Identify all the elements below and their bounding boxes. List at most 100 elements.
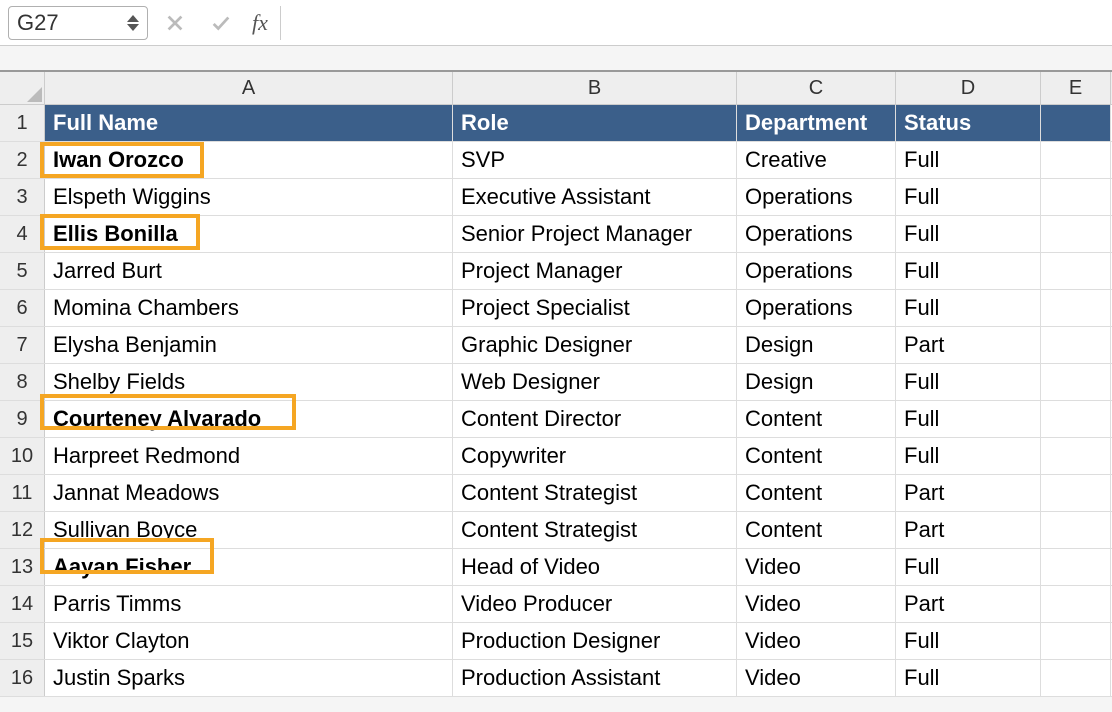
- cell[interactable]: [1041, 142, 1111, 178]
- cell[interactable]: Part: [896, 475, 1041, 511]
- stepper-up-icon[interactable]: [127, 15, 139, 22]
- cell[interactable]: Justin Sparks: [45, 660, 453, 696]
- row-header[interactable]: 11: [0, 475, 45, 511]
- cell[interactable]: Production Designer: [453, 623, 737, 659]
- cell[interactable]: Content: [737, 401, 896, 437]
- cell[interactable]: Jannat Meadows: [45, 475, 453, 511]
- cell[interactable]: Video: [737, 623, 896, 659]
- cell[interactable]: Content: [737, 438, 896, 474]
- cell[interactable]: Full: [896, 290, 1041, 326]
- cell[interactable]: Jarred Burt: [45, 253, 453, 289]
- cell[interactable]: [1041, 401, 1111, 437]
- cell[interactable]: Head of Video: [453, 549, 737, 585]
- formula-input[interactable]: [280, 6, 1104, 40]
- cell[interactable]: Role: [453, 105, 737, 141]
- cell[interactable]: Ellis Bonilla: [45, 216, 453, 252]
- cell[interactable]: [1041, 290, 1111, 326]
- cell[interactable]: Content: [737, 475, 896, 511]
- cell[interactable]: Content Director: [453, 401, 737, 437]
- row-header[interactable]: 12: [0, 512, 45, 548]
- row-header[interactable]: 13: [0, 549, 45, 585]
- cell[interactable]: Operations: [737, 253, 896, 289]
- cell[interactable]: Parris Timms: [45, 586, 453, 622]
- cell[interactable]: Video: [737, 660, 896, 696]
- row-header[interactable]: 8: [0, 364, 45, 400]
- cell[interactable]: Copywriter: [453, 438, 737, 474]
- row-header[interactable]: 9: [0, 401, 45, 437]
- cell[interactable]: [1041, 327, 1111, 363]
- cell[interactable]: Executive Assistant: [453, 179, 737, 215]
- cell[interactable]: Senior Project Manager: [453, 216, 737, 252]
- cell[interactable]: Elysha Benjamin: [45, 327, 453, 363]
- name-box[interactable]: G27: [8, 6, 148, 40]
- cell[interactable]: Full: [896, 438, 1041, 474]
- cell[interactable]: Full Name: [45, 105, 453, 141]
- cell[interactable]: Operations: [737, 179, 896, 215]
- cell[interactable]: [1041, 438, 1111, 474]
- cell[interactable]: Design: [737, 364, 896, 400]
- row-header[interactable]: 16: [0, 660, 45, 696]
- cell[interactable]: Video: [737, 586, 896, 622]
- select-all-corner[interactable]: [0, 72, 45, 104]
- cell[interactable]: Project Manager: [453, 253, 737, 289]
- cell[interactable]: Full: [896, 179, 1041, 215]
- cell[interactable]: Full: [896, 623, 1041, 659]
- cell[interactable]: Department: [737, 105, 896, 141]
- cell[interactable]: Full: [896, 549, 1041, 585]
- cell[interactable]: Part: [896, 512, 1041, 548]
- cell[interactable]: Sullivan Boyce: [45, 512, 453, 548]
- cell[interactable]: Production Assistant: [453, 660, 737, 696]
- stepper-down-icon[interactable]: [127, 24, 139, 31]
- cell[interactable]: Iwan Orozco: [45, 142, 453, 178]
- cell[interactable]: Full: [896, 142, 1041, 178]
- cell[interactable]: Harpreet Redmond: [45, 438, 453, 474]
- confirm-button[interactable]: [202, 6, 240, 40]
- cell[interactable]: Design: [737, 327, 896, 363]
- row-header[interactable]: 14: [0, 586, 45, 622]
- cell[interactable]: Graphic Designer: [453, 327, 737, 363]
- cell[interactable]: Momina Chambers: [45, 290, 453, 326]
- cell[interactable]: Viktor Clayton: [45, 623, 453, 659]
- cell[interactable]: Project Specialist: [453, 290, 737, 326]
- cell[interactable]: Content Strategist: [453, 475, 737, 511]
- cell[interactable]: Full: [896, 253, 1041, 289]
- cell[interactable]: Part: [896, 586, 1041, 622]
- column-header-B[interactable]: B: [453, 72, 737, 104]
- cell[interactable]: Courteney Alvarado: [45, 401, 453, 437]
- cell[interactable]: Web Designer: [453, 364, 737, 400]
- cell[interactable]: [1041, 623, 1111, 659]
- cell[interactable]: Status: [896, 105, 1041, 141]
- cell[interactable]: [1041, 586, 1111, 622]
- cell[interactable]: Operations: [737, 216, 896, 252]
- row-header[interactable]: 2: [0, 142, 45, 178]
- cell[interactable]: Video Producer: [453, 586, 737, 622]
- row-header[interactable]: 4: [0, 216, 45, 252]
- cell[interactable]: Part: [896, 327, 1041, 363]
- cell[interactable]: Full: [896, 364, 1041, 400]
- row-header[interactable]: 6: [0, 290, 45, 326]
- cell[interactable]: Full: [896, 216, 1041, 252]
- cell[interactable]: [1041, 549, 1111, 585]
- cell[interactable]: [1041, 364, 1111, 400]
- cell[interactable]: Content Strategist: [453, 512, 737, 548]
- row-header[interactable]: 10: [0, 438, 45, 474]
- cell[interactable]: Video: [737, 549, 896, 585]
- cell[interactable]: Content: [737, 512, 896, 548]
- cell[interactable]: [1041, 105, 1111, 141]
- row-header[interactable]: 1: [0, 105, 45, 141]
- column-header-C[interactable]: C: [737, 72, 896, 104]
- column-header-D[interactable]: D: [896, 72, 1041, 104]
- cancel-button[interactable]: [156, 6, 194, 40]
- row-header[interactable]: 7: [0, 327, 45, 363]
- cell[interactable]: Elspeth Wiggins: [45, 179, 453, 215]
- cell[interactable]: [1041, 475, 1111, 511]
- cell[interactable]: [1041, 512, 1111, 548]
- row-header[interactable]: 3: [0, 179, 45, 215]
- cell[interactable]: Full: [896, 660, 1041, 696]
- cell[interactable]: Operations: [737, 290, 896, 326]
- cell[interactable]: [1041, 179, 1111, 215]
- row-header[interactable]: 5: [0, 253, 45, 289]
- cell[interactable]: SVP: [453, 142, 737, 178]
- cell[interactable]: [1041, 660, 1111, 696]
- cell[interactable]: [1041, 253, 1111, 289]
